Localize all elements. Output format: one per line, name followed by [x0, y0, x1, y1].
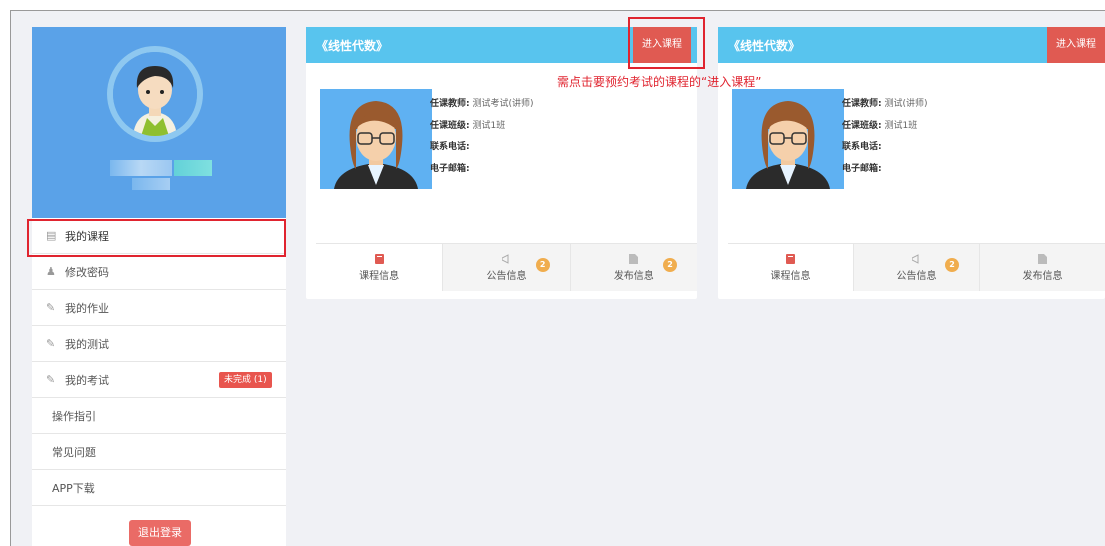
tab-label: 公告信息 — [486, 270, 527, 282]
course-card-tabs: 课程信息 公告信息 2 发布信息 2 — [316, 243, 697, 291]
sidebar: ▤ 我的课程 ♟ 修改密码 ✎ 我的作业 ✎ 我的测试 ✎ 我的考试 未完成 (… — [32, 27, 286, 546]
status-badge: 未完成 (1) — [219, 372, 272, 388]
megaphone-icon — [912, 253, 919, 264]
tab-announcements[interactable]: 公告信息 2 — [443, 244, 571, 291]
tab-label: 发布信息 — [613, 270, 654, 282]
tab-label: 发布信息 — [1022, 270, 1063, 282]
course-card-header: 《线性代数》 进入课程 — [718, 27, 1105, 63]
logout-button[interactable]: 退出登录 — [129, 520, 191, 546]
tab-label: 课程信息 — [770, 270, 811, 282]
sidebar-item-my-exams[interactable]: ✎ 我的考试 未完成 (1) — [32, 362, 286, 398]
annotation-text: 需点击要预约考试的课程的“进入课程” — [557, 75, 762, 89]
megaphone-icon — [501, 253, 509, 264]
book-icon — [786, 253, 795, 264]
course-card-tabs: 课程信息 公告信息 2 发布信息 — [728, 243, 1105, 291]
class-name: 测试1班 — [884, 120, 918, 131]
edit-icon: ✎ — [46, 337, 56, 350]
tab-label: 公告信息 — [896, 270, 937, 282]
teacher-info: 任课教师: 测试考试(讲师) 任课班级: 测试1班 联系电话: 电子邮箱: — [430, 94, 534, 180]
tab-course-info[interactable]: 课程信息 — [316, 244, 444, 291]
edit-icon: ✎ — [46, 301, 56, 314]
email-label: 电子邮箱: — [842, 163, 882, 174]
sidebar-item-change-password[interactable]: ♟ 修改密码 — [32, 254, 286, 290]
tab-course-info[interactable]: 课程信息 — [728, 244, 854, 291]
file-icon — [1038, 253, 1047, 264]
teacher-name: 测试(讲师) — [884, 99, 928, 109]
book-icon — [374, 253, 384, 264]
sidebar-item-guide[interactable]: 操作指引 — [32, 398, 286, 434]
count-badge: 2 — [535, 258, 550, 272]
teacher-info: 任课教师: 测试(讲师) 任课班级: 测试1班 联系电话: 电子邮箱: — [842, 94, 928, 180]
sidebar-item-label: 我的作业 — [65, 301, 109, 315]
enter-course-button[interactable]: 进入课程 — [1047, 27, 1105, 63]
book-icon: ▤ — [46, 229, 57, 242]
enter-course-button[interactable]: 进入课程 — [633, 27, 691, 63]
phone-label: 联系电话: — [430, 142, 470, 152]
edit-icon: ✎ — [46, 373, 56, 386]
teacher-label: 任课教师: — [842, 99, 882, 109]
sidebar-item-label: 我的考试 — [65, 373, 109, 387]
course-card: 《线性代数》 进入课程 任课教师: 测试考试(讲师) 任课班级: 测试1班 联系… — [306, 27, 697, 299]
tab-publish[interactable]: 发布信息 2 — [570, 244, 697, 291]
teacher-avatar — [732, 89, 844, 189]
course-title[interactable]: 《线性代数》 — [728, 37, 800, 54]
avatar — [107, 46, 203, 142]
sidebar-menu: ▤ 我的课程 ♟ 修改密码 ✎ 我的作业 ✎ 我的测试 ✎ 我的考试 未完成 (… — [32, 218, 286, 506]
sidebar-item-label: 常见问题 — [52, 445, 96, 459]
teacher-avatar — [320, 89, 432, 189]
class-label: 任课班级: — [430, 120, 470, 131]
phone-label: 联系电话: — [842, 142, 882, 152]
file-icon — [629, 253, 639, 264]
sidebar-item-label: APP下载 — [52, 481, 95, 495]
sidebar-item-label: 修改密码 — [65, 265, 109, 279]
course-card: 《线性代数》 进入课程 任课教师: 测试(讲师) 任课班级: 测试1班 联系电话… — [718, 27, 1105, 299]
sidebar-item-label: 我的测试 — [65, 337, 109, 351]
class-name: 测试1班 — [472, 120, 506, 131]
sidebar-item-label: 我的课程 — [65, 229, 109, 243]
teacher-name: 测试考试(讲师) — [472, 99, 534, 109]
count-badge: 2 — [662, 258, 677, 272]
tab-announcements[interactable]: 公告信息 2 — [854, 244, 980, 291]
class-label: 任课班级: — [842, 120, 882, 131]
profile-panel — [32, 27, 286, 218]
user-icon: ♟ — [46, 265, 56, 278]
sidebar-item-faq[interactable]: 常见问题 — [32, 434, 286, 470]
course-title[interactable]: 《线性代数》 — [316, 37, 388, 54]
count-badge: 2 — [945, 258, 959, 272]
tab-label: 课程信息 — [359, 270, 400, 282]
sidebar-item-label: 操作指引 — [52, 409, 96, 423]
sidebar-item-my-tests[interactable]: ✎ 我的测试 — [32, 326, 286, 362]
course-card-header: 《线性代数》 进入课程 — [306, 27, 697, 63]
sidebar-item-my-homework[interactable]: ✎ 我的作业 — [32, 290, 286, 326]
sidebar-item-app-download[interactable]: APP下载 — [32, 470, 286, 506]
email-label: 电子邮箱: — [430, 163, 470, 174]
teacher-label: 任课教师: — [430, 99, 470, 109]
sidebar-item-my-courses[interactable]: ▤ 我的课程 — [32, 218, 286, 254]
tab-publish[interactable]: 发布信息 — [980, 244, 1105, 291]
